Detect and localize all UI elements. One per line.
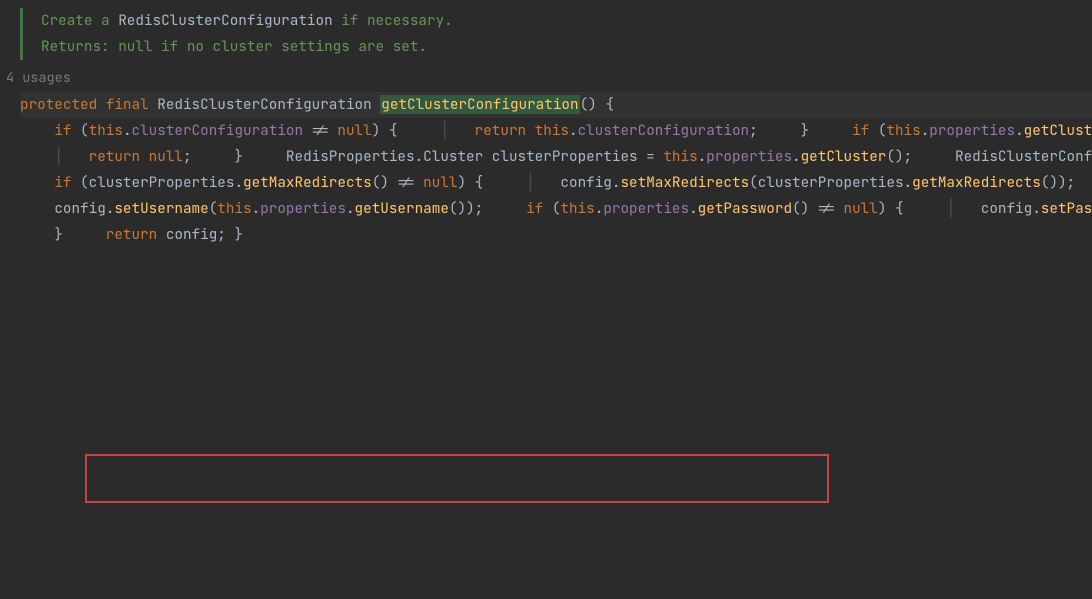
paren-close: )	[588, 95, 597, 114]
code-line[interactable]: │ return this.clusterConfiguration;	[406, 121, 758, 140]
kw-if: if	[54, 121, 71, 140]
type-Cluster: Cluster	[423, 147, 483, 166]
javadoc-line-2: Returns: null if no cluster settings are…	[41, 34, 1092, 60]
code-line[interactable]: }	[200, 147, 243, 166]
code-line[interactable]: return config;	[71, 225, 225, 244]
kw-this: this	[89, 121, 123, 140]
brace-open: {	[605, 95, 614, 114]
type-RedisProperties: RedisProperties	[286, 147, 415, 166]
code-line[interactable]: if (this.properties.getPassword() != nul…	[492, 199, 904, 218]
code-line[interactable]: if (this.clusterConfiguration != null) {	[20, 121, 397, 140]
field-clusterConfiguration: clusterConfiguration	[132, 121, 304, 140]
call-getUsername: getUsername	[355, 199, 449, 218]
javadoc-block: Create a RedisClusterConfiguration if ne…	[20, 8, 1092, 60]
code-line[interactable]: RedisProperties.Cluster clusterPropertie…	[252, 147, 913, 166]
code-line[interactable]: }	[234, 225, 243, 244]
code-line[interactable]: if (this.properties.getCluster() == null…	[818, 121, 1092, 140]
code-line[interactable]: │ config.setPassword(RedisPassword.of(th…	[912, 199, 1092, 218]
annotation-box	[85, 454, 829, 503]
code-line[interactable]: config.setUsername(this.properties.getUs…	[20, 199, 483, 218]
call-setMaxRedirects: setMaxRedirects	[620, 173, 749, 192]
code-line[interactable]: │ config.setMaxRedirects(clusterProperti…	[492, 173, 1075, 192]
usages-indicator[interactable]: 4 usages	[6, 66, 1092, 91]
kw-null: null	[337, 121, 371, 140]
code-editor[interactable]: protected final RedisClusterConfiguratio…	[0, 92, 1092, 248]
var-clusterProperties: clusterProperties	[492, 147, 638, 166]
method-signature[interactable]: protected final RedisClusterConfiguratio…	[20, 92, 1092, 118]
call-getMaxRedirects: getMaxRedirects	[243, 173, 372, 192]
code-line[interactable]: }	[20, 225, 63, 244]
kw-protected: protected	[20, 95, 97, 114]
javadoc-line-1: Create a RedisClusterConfiguration if ne…	[41, 8, 1092, 34]
doc-text: Create a	[41, 11, 118, 30]
code-line[interactable]: }	[1084, 173, 1092, 192]
paren-open: (	[580, 95, 589, 114]
code-line[interactable]: if (clusterProperties.getMaxRedirects() …	[20, 173, 483, 192]
code-line[interactable]: }	[766, 121, 809, 140]
kw-return: return	[475, 121, 526, 140]
call-getCluster: getCluster	[1024, 121, 1092, 140]
kw-final: final	[106, 95, 149, 114]
call-setPassword: setPassword	[1041, 199, 1092, 218]
doc-class-ref[interactable]: RedisClusterConfiguration	[118, 11, 332, 30]
call-setUsername: setUsername	[114, 199, 208, 218]
doc-text: if necessary.	[333, 11, 453, 30]
call-getPassword: getPassword	[698, 199, 792, 218]
code-line[interactable]: RedisClusterConfiguration config = new R…	[921, 147, 1092, 166]
code-line[interactable]: │ return null;	[20, 147, 192, 166]
return-type: RedisClusterConfiguration	[157, 95, 371, 114]
field-properties: properties	[929, 121, 1015, 140]
method-name: getClusterConfiguration	[380, 95, 579, 114]
